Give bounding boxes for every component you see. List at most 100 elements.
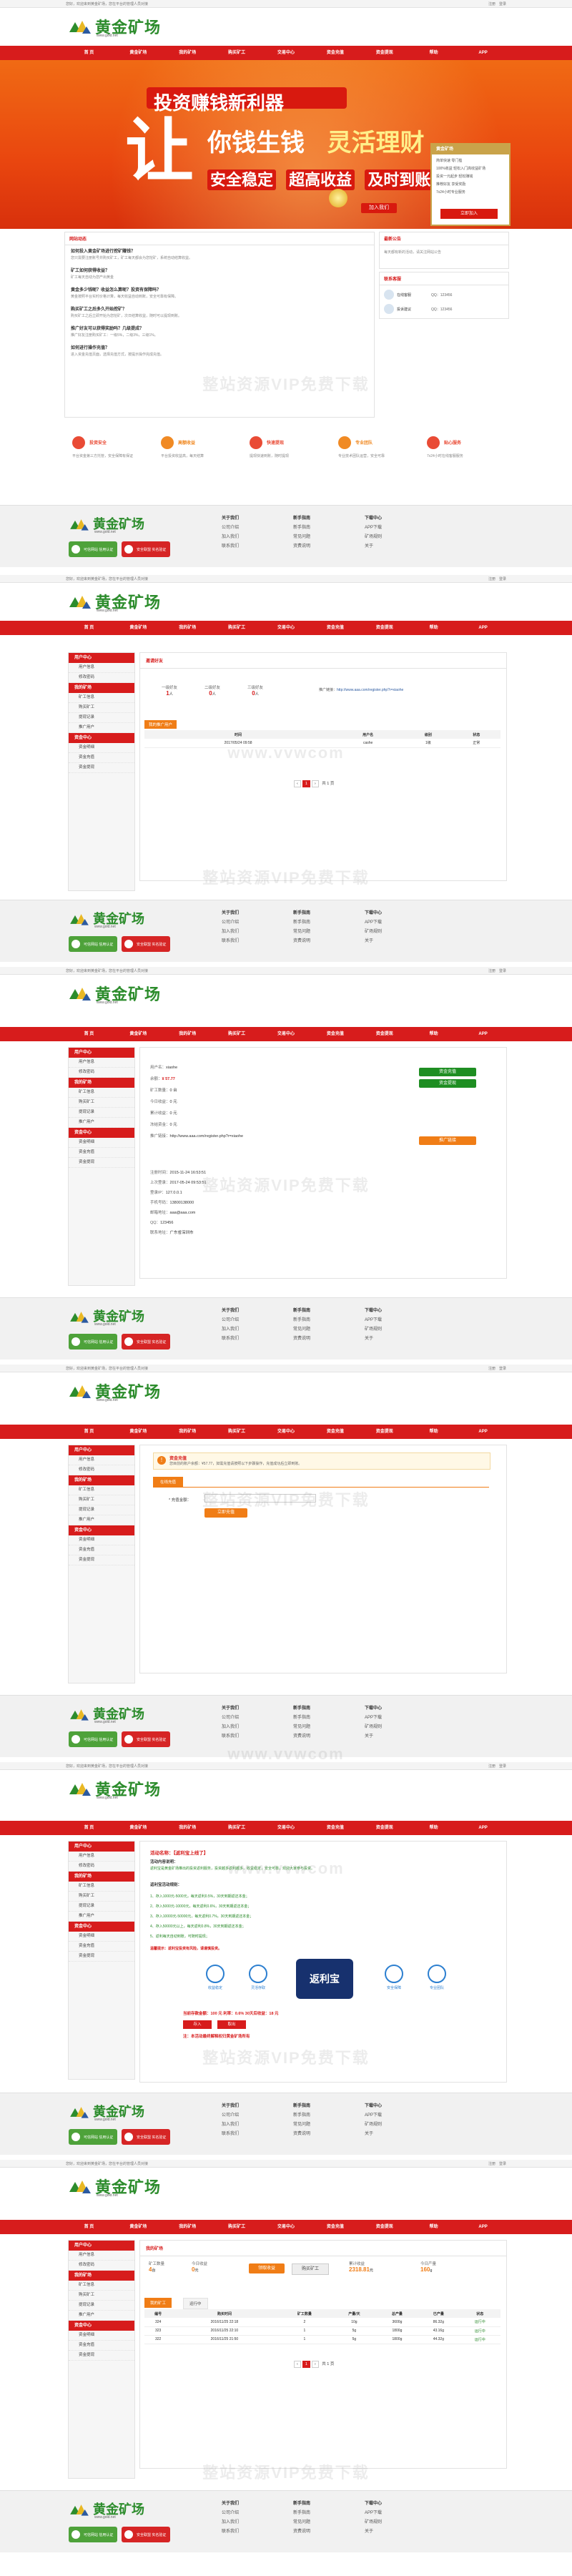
footer-link[interactable]: 新手指南 bbox=[293, 918, 310, 928]
login-link[interactable]: 登录 bbox=[499, 2162, 506, 2166]
footer-link[interactable]: 矿场规则 bbox=[365, 2518, 382, 2527]
trust-badge[interactable]: 安全联盟 实名验证 bbox=[122, 1334, 170, 1350]
sidebar-item[interactable]: 资金提现 bbox=[69, 1952, 134, 1962]
footer-link[interactable]: 矿场规则 bbox=[365, 928, 382, 937]
sidebar-item[interactable]: 资金明细 bbox=[69, 743, 134, 753]
sidebar-item[interactable]: 矿工信息 bbox=[69, 1485, 134, 1495]
mymine-tab1[interactable]: 我的矿工 bbox=[144, 2298, 172, 2308]
sidebar-section-header[interactable]: 资金中心 bbox=[69, 1525, 134, 1535]
sidebar-item[interactable]: 购买矿工 bbox=[69, 1098, 134, 1108]
trust-badge[interactable]: 安全联盟 实名验证 bbox=[122, 1731, 170, 1747]
register-link[interactable]: 注册 bbox=[488, 2162, 495, 2166]
sidebar-item[interactable]: 推广用户 bbox=[69, 1118, 134, 1128]
site-logo[interactable]: 黄金矿场 www.gold.net bbox=[68, 2173, 182, 2201]
nav-item[interactable]: 资金充值 bbox=[310, 46, 360, 60]
profile-withdraw-button[interactable]: 资金提现 bbox=[419, 1079, 476, 1088]
nav-item[interactable]: 交易中心 bbox=[262, 621, 311, 635]
footer-link[interactable]: APP下载 bbox=[365, 918, 382, 928]
nav-item[interactable]: 首 页 bbox=[64, 2220, 114, 2234]
nav-item[interactable]: 首 页 bbox=[64, 1027, 114, 1041]
footer-link[interactable]: 矿场规则 bbox=[365, 533, 382, 542]
footer-link[interactable]: 联系我们 bbox=[222, 1334, 239, 1344]
nav-item[interactable]: 资金提现 bbox=[360, 1425, 409, 1439]
profile-recharge-button[interactable]: 资金充值 bbox=[419, 1068, 476, 1076]
nav-item[interactable]: 黄金矿场 bbox=[114, 1425, 163, 1439]
nav-item[interactable]: 资金充值 bbox=[310, 621, 360, 635]
nav-item[interactable]: 交易中心 bbox=[262, 46, 311, 60]
trust-badge[interactable]: 可信网站 信用认证 bbox=[69, 1334, 117, 1350]
nav-item[interactable]: 首 页 bbox=[64, 621, 114, 635]
nav-item[interactable]: 交易中心 bbox=[262, 1821, 311, 1835]
sidebar-item[interactable]: 提现记录 bbox=[69, 1108, 134, 1118]
trust-badge[interactable]: 安全联盟 实名验证 bbox=[122, 2129, 170, 2145]
sidebar-item[interactable]: 资金提现 bbox=[69, 1158, 134, 1168]
invite-link[interactable]: http://www.aaa.com/register.php?r=xiaohe bbox=[337, 688, 403, 692]
nav-item[interactable]: 资金提现 bbox=[360, 1821, 409, 1835]
nav-item[interactable]: 我的矿场 bbox=[163, 2220, 212, 2234]
sidebar-item[interactable]: 资金明细 bbox=[69, 1535, 134, 1545]
sidebar-item[interactable]: 用户信息 bbox=[69, 1455, 134, 1465]
activity-withdraw-button[interactable]: 取出 bbox=[217, 2020, 246, 2029]
profile-link-button[interactable]: 推广链接 bbox=[419, 1136, 476, 1145]
footer-link[interactable]: 矿场规则 bbox=[365, 2120, 382, 2130]
footer-link[interactable]: 资费说明 bbox=[293, 2130, 310, 2139]
trust-badge[interactable]: 可信网站 信用认证 bbox=[69, 2129, 117, 2145]
login-link[interactable]: 登录 bbox=[499, 2, 506, 6]
sidebar-item[interactable]: 购买矿工 bbox=[69, 1892, 134, 1902]
footer-link[interactable]: 公司介绍 bbox=[222, 2111, 239, 2120]
recharge-tab[interactable]: 在线充值 bbox=[153, 1477, 184, 1487]
sidebar-item[interactable]: 资金明细 bbox=[69, 2331, 134, 2341]
nav-item[interactable]: 帮助 bbox=[409, 1425, 458, 1439]
nav-item[interactable]: 交易中心 bbox=[262, 1425, 311, 1439]
footer-link[interactable]: 联系我们 bbox=[222, 2527, 239, 2537]
footer-link[interactable]: 加入我们 bbox=[222, 2120, 239, 2130]
nav-item[interactable]: APP bbox=[458, 2220, 508, 2234]
sidebar-item[interactable]: 修改密码 bbox=[69, 1465, 134, 1475]
sidebar-item[interactable]: 用户信息 bbox=[69, 1852, 134, 1862]
footer-link[interactable]: 常见问题 bbox=[293, 1723, 310, 1732]
sidebar-section-header[interactable]: 我的矿场 bbox=[69, 1078, 134, 1088]
sidebar-item[interactable]: 资金充值 bbox=[69, 1148, 134, 1158]
recharge-submit-button[interactable]: 立即充值 bbox=[204, 1508, 247, 1518]
footer-link[interactable]: 联系我们 bbox=[222, 2130, 239, 2139]
nav-item[interactable]: 购买矿工 bbox=[212, 46, 262, 60]
sidebar-item[interactable]: 购买矿工 bbox=[69, 1495, 134, 1505]
login-link[interactable]: 登录 bbox=[499, 1367, 506, 1371]
sidebar-section-header[interactable]: 我的矿场 bbox=[69, 2271, 134, 2281]
footer-link[interactable]: 新手指南 bbox=[293, 1316, 310, 1325]
sidebar-item[interactable]: 资金提现 bbox=[69, 1555, 134, 1565]
nav-item[interactable]: 黄金矿场 bbox=[114, 46, 163, 60]
nav-item[interactable]: 交易中心 bbox=[262, 1027, 311, 1041]
register-link[interactable]: 注册 bbox=[488, 2, 495, 6]
footer-link[interactable]: 关于 bbox=[365, 2527, 382, 2537]
sidebar-item[interactable]: 提现记录 bbox=[69, 1505, 134, 1515]
footer-link[interactable]: 新手指南 bbox=[293, 2111, 310, 2120]
footer-link[interactable]: 矿场规则 bbox=[365, 1325, 382, 1334]
collect-income-button[interactable]: 领取收益 bbox=[249, 2263, 285, 2273]
footer-link[interactable]: 公司介绍 bbox=[222, 1316, 239, 1325]
footer-link[interactable]: 加入我们 bbox=[222, 2518, 239, 2527]
nav-item[interactable]: 购买矿工 bbox=[212, 1821, 262, 1835]
footer-link[interactable]: 常见问题 bbox=[293, 928, 310, 937]
footer-link[interactable]: 资费说明 bbox=[293, 542, 310, 551]
register-link[interactable]: 注册 bbox=[488, 577, 495, 581]
footer-link[interactable]: 联系我们 bbox=[222, 1732, 239, 1741]
sidebar-item[interactable]: 矿工信息 bbox=[69, 693, 134, 703]
sidebar-item[interactable]: 修改密码 bbox=[69, 1862, 134, 1872]
footer-link[interactable]: APP下载 bbox=[365, 523, 382, 533]
faq-question[interactable]: 推广好友可以获得奖励吗？几级提成？ bbox=[71, 325, 368, 333]
nav-item[interactable]: 帮助 bbox=[409, 2220, 458, 2234]
sidebar-item[interactable]: 资金明细 bbox=[69, 1138, 134, 1148]
register-link[interactable]: 注册 bbox=[488, 1367, 495, 1371]
footer-link[interactable]: 关于 bbox=[365, 2130, 382, 2139]
footer-link[interactable]: 常见问题 bbox=[293, 1325, 310, 1334]
footer-link[interactable]: 新手指南 bbox=[293, 2509, 310, 2518]
sidebar-item[interactable]: 修改密码 bbox=[69, 2261, 134, 2271]
nav-item[interactable]: 资金提现 bbox=[360, 2220, 409, 2234]
footer-link[interactable]: APP下载 bbox=[365, 2111, 382, 2120]
sidebar-item[interactable]: 资金充值 bbox=[69, 1942, 134, 1952]
faq-question[interactable]: 如何进行操作充值？ bbox=[71, 345, 368, 352]
trust-badge[interactable]: 可信网站 信用认证 bbox=[69, 2527, 117, 2542]
nav-item[interactable]: 资金提现 bbox=[360, 46, 409, 60]
invite-pager[interactable]: ‹ 1 › 共 1 页 bbox=[294, 780, 334, 787]
